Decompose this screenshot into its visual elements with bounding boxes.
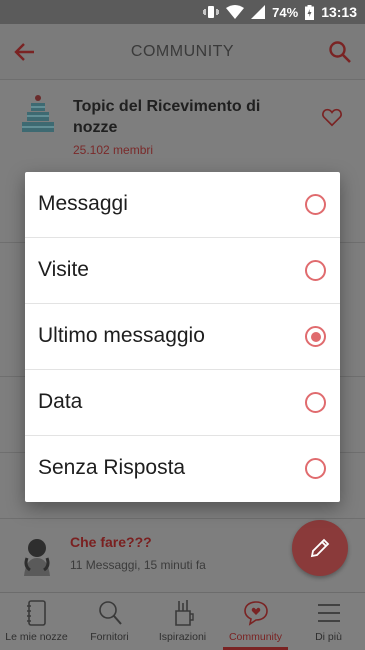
battery-charging-icon bbox=[305, 4, 315, 20]
sort-option-label: Visite bbox=[38, 258, 89, 281]
nav-label: Di più bbox=[315, 631, 342, 643]
battery-percent: 74% bbox=[272, 4, 299, 20]
sort-option-messaggi[interactable]: Messaggi bbox=[25, 172, 340, 238]
nav-label: Community bbox=[228, 631, 283, 643]
search-icon bbox=[98, 601, 122, 625]
pencil-cup-icon bbox=[174, 600, 194, 626]
avatar bbox=[24, 539, 50, 576]
list-divider bbox=[0, 518, 365, 519]
pencil-icon bbox=[310, 538, 330, 558]
nav-item-di-piu[interactable]: Di più bbox=[292, 593, 365, 650]
status-bar: 74% 13:13 bbox=[0, 0, 365, 24]
compose-button[interactable] bbox=[292, 520, 348, 576]
sort-option-label: Ultimo messaggio bbox=[38, 324, 205, 347]
chat-heart-icon bbox=[243, 601, 268, 626]
menu-icon bbox=[317, 604, 340, 622]
wifi-icon bbox=[226, 5, 245, 19]
radio-button[interactable] bbox=[305, 194, 326, 215]
sort-option-label: Senza Risposta bbox=[38, 456, 186, 479]
sort-option-ultimo-messaggio[interactable]: Ultimo messaggio bbox=[25, 304, 340, 370]
nav-label: Fornitori bbox=[90, 631, 129, 643]
sort-option-label: Data bbox=[38, 390, 83, 413]
nav-item-ispirazioni[interactable]: Ispirazioni bbox=[146, 593, 219, 650]
nav-item-community[interactable]: Community bbox=[219, 593, 292, 650]
wedding-cake-icon bbox=[22, 95, 54, 132]
group-header: Topic del Ricevimento di nozze 25.102 me… bbox=[0, 80, 365, 172]
group-name: Topic del Ricevimento di nozze bbox=[73, 98, 261, 136]
sort-option-label: Messaggi bbox=[38, 192, 128, 215]
page-title: COMMUNITY bbox=[130, 43, 235, 60]
nav-item-le-mie-nozze[interactable]: Le mie nozze bbox=[0, 593, 73, 650]
radio-button-selected[interactable] bbox=[305, 326, 326, 347]
nav-item-fornitori[interactable]: Fornitori bbox=[73, 593, 146, 650]
search-icon[interactable] bbox=[327, 39, 353, 65]
radio-button[interactable] bbox=[305, 458, 326, 479]
sort-option-senza-risposta[interactable]: Senza Risposta bbox=[25, 436, 340, 502]
topic-title: Che fare??? bbox=[70, 534, 152, 550]
heart-icon[interactable] bbox=[321, 106, 343, 128]
nav-label: Le mie nozze bbox=[5, 631, 68, 643]
sort-dialog: Messaggi Visite Ultimo messaggio Data Se… bbox=[25, 172, 340, 502]
clock: 13:13 bbox=[321, 4, 357, 20]
bottom-navigation: Le mie nozze Fornitori Ispirazioni Commu… bbox=[0, 592, 365, 650]
radio-button[interactable] bbox=[305, 392, 326, 413]
app-bar: COMMUNITY bbox=[0, 24, 365, 80]
topic-meta: 11 Messaggi, 15 minuti fa bbox=[70, 558, 206, 572]
notebook-icon bbox=[26, 600, 46, 626]
sort-option-data[interactable]: Data bbox=[25, 370, 340, 436]
sort-option-visite[interactable]: Visite bbox=[25, 238, 340, 304]
nav-label: Ispirazioni bbox=[158, 631, 207, 643]
radio-button[interactable] bbox=[305, 260, 326, 281]
vibrate-icon bbox=[203, 6, 220, 18]
members-count: 25.102 membri bbox=[73, 143, 154, 157]
signal-icon bbox=[251, 5, 266, 19]
